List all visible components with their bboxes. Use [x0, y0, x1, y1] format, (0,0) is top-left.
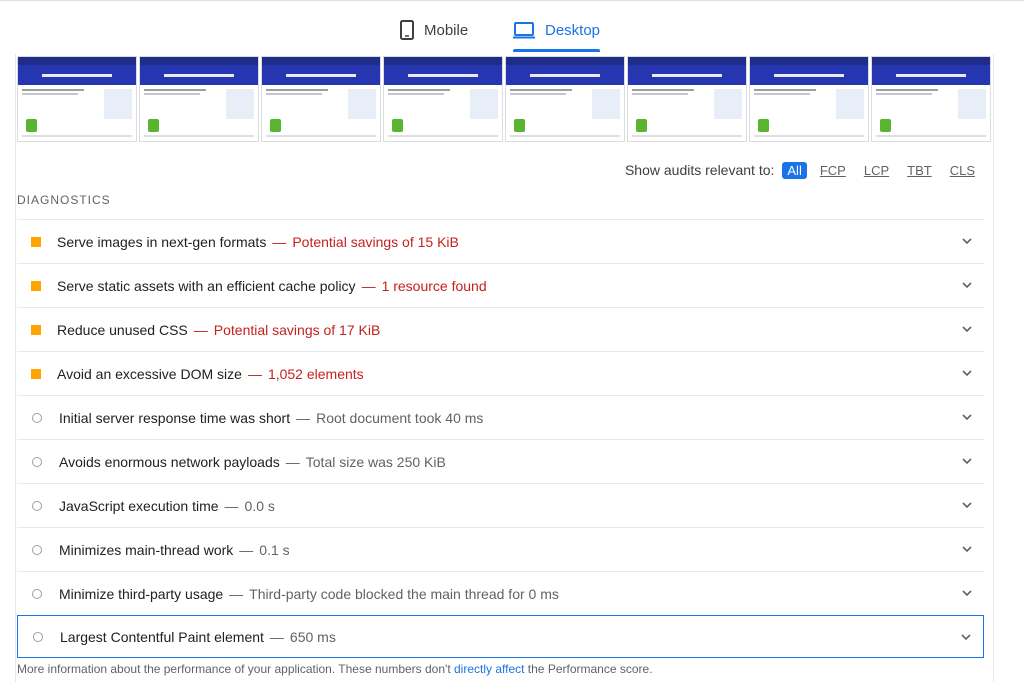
filter-lcp[interactable]: LCP — [859, 162, 894, 179]
audit-row[interactable]: Largest Contentful Paint element — 650 ms — [17, 615, 984, 658]
audit-title: Serve static assets with an efficient ca… — [57, 277, 356, 294]
chevron-down-icon[interactable] — [960, 586, 974, 600]
shopify-logo-icon — [392, 119, 403, 132]
filter-tbt[interactable]: TBT — [902, 162, 937, 179]
audit-separator: — — [224, 497, 239, 514]
shopify-logo-icon — [270, 119, 281, 132]
warning-square-icon — [31, 236, 41, 247]
audit-detail: 1,052 elements — [267, 365, 364, 382]
chevron-down-icon[interactable] — [960, 542, 974, 556]
shopify-logo-icon — [148, 119, 159, 132]
footer-note: More information about the performance o… — [17, 662, 653, 676]
top-divider — [0, 0, 1024, 4]
audit-title: Avoid an excessive DOM size — [57, 365, 242, 382]
audit-title: Minimize third-party usage — [59, 585, 224, 602]
shopify-logo-icon — [26, 119, 37, 132]
audit-detail: Root document took 40 ms — [316, 409, 484, 426]
info-circle-icon — [32, 412, 42, 423]
audit-separator: — — [229, 585, 244, 602]
audit-detail: Third-party code blocked the main thread… — [249, 585, 559, 602]
info-circle-icon — [32, 588, 42, 599]
audit-separator: — — [193, 321, 208, 338]
filmstrip-frame — [871, 56, 991, 142]
directly-affect-link[interactable]: directly affect — [454, 662, 524, 676]
filmstrip-frame — [749, 56, 869, 142]
laptop-icon — [513, 21, 535, 39]
audit-separator: — — [296, 409, 311, 426]
audit-title: Minimizes main-thread work — [59, 541, 234, 558]
audit-title: JavaScript execution time — [59, 497, 219, 514]
filmstrip-frame — [627, 56, 747, 142]
filter-fcp[interactable]: FCP — [815, 162, 851, 179]
filmstrip-frame — [383, 56, 503, 142]
footer-text-after: the Performance score. — [524, 662, 653, 676]
info-circle-icon — [32, 456, 42, 467]
audit-separator: — — [247, 365, 262, 382]
audit-title: Largest Contentful Paint element — [60, 628, 264, 645]
info-circle-icon — [32, 544, 42, 555]
audit-detail: Potential savings of 17 KiB — [213, 321, 381, 338]
audit-detail: 650 ms — [289, 628, 336, 645]
audit-detail: Total size was 250 KiB — [305, 453, 446, 470]
audit-separator: — — [269, 628, 284, 645]
audit-detail: 1 resource found — [381, 277, 487, 294]
audit-row[interactable]: Serve static assets with an efficient ca… — [17, 263, 984, 307]
chevron-down-icon[interactable] — [959, 630, 973, 644]
filter-all[interactable]: All — [782, 161, 807, 179]
audit-filter-label: Show audits relevant to: — [624, 162, 775, 178]
audit-row[interactable]: JavaScript execution time — 0.0 s — [17, 483, 984, 527]
audit-row[interactable]: Minimizes main-thread work — 0.1 s — [17, 527, 984, 571]
warning-square-icon — [31, 324, 41, 335]
warning-square-icon — [31, 280, 41, 291]
audit-separator: — — [285, 453, 300, 470]
info-circle-icon — [33, 631, 43, 642]
audit-detail: Potential savings of 15 KiB — [292, 233, 459, 250]
active-tab-indicator — [513, 49, 601, 52]
audit-detail: 0.0 s — [244, 497, 275, 514]
phone-icon — [400, 20, 414, 40]
audit-row[interactable]: Avoid an excessive DOM size — 1,052 elemen… — [17, 351, 984, 395]
warning-square-icon — [31, 368, 41, 379]
filter-cls[interactable]: CLS — [945, 162, 980, 179]
audit-separator: — — [239, 541, 254, 558]
audit-row[interactable]: Minimize third-party usage — Third-party c… — [17, 571, 984, 615]
diagnostics-heading: DIAGNOSTICS — [17, 193, 111, 207]
diagnostics-list: Serve images in next-gen formats — Potenti… — [17, 219, 984, 658]
filmstrip — [17, 56, 991, 142]
audit-title: Initial server response time was short — [59, 409, 291, 426]
audit-row[interactable]: Avoids enormous network payloads — Total s… — [17, 439, 984, 483]
chevron-down-icon[interactable] — [960, 322, 974, 336]
chevron-down-icon[interactable] — [960, 498, 974, 512]
shopify-logo-icon — [758, 119, 769, 132]
info-circle-icon — [32, 500, 42, 511]
audit-separator: — — [272, 233, 287, 250]
device-tabs: Mobile Desktop — [0, 8, 1024, 54]
tab-mobile-label: Mobile — [424, 21, 469, 39]
tab-desktop-label: Desktop — [545, 21, 601, 39]
shopify-logo-icon — [880, 119, 891, 132]
chevron-down-icon[interactable] — [960, 234, 974, 248]
footer-text-before: More information about the performance o… — [17, 662, 454, 676]
audit-title: Reduce unused CSS — [57, 321, 188, 338]
audit-detail: 0.1 s — [259, 541, 290, 558]
shopify-logo-icon — [514, 119, 525, 132]
chevron-down-icon[interactable] — [960, 410, 974, 424]
audit-row[interactable]: Serve images in next-gen formats — Potenti… — [17, 219, 984, 263]
audit-row[interactable]: Reduce unused CSS — Potential savings of 1… — [17, 307, 984, 351]
shopify-logo-icon — [636, 119, 647, 132]
audit-title: Serve images in next-gen formats — [57, 233, 267, 250]
filmstrip-frame — [139, 56, 259, 142]
tab-mobile[interactable]: Mobile — [400, 8, 468, 52]
filmstrip-frame — [261, 56, 381, 142]
filmstrip-frame — [17, 56, 137, 142]
audit-separator: — — [361, 277, 376, 294]
chevron-down-icon[interactable] — [960, 366, 974, 380]
audit-row[interactable]: Initial server response time was short — R… — [17, 395, 984, 439]
audit-title: Avoids enormous network payloads — [59, 453, 280, 470]
chevron-down-icon[interactable] — [960, 278, 974, 292]
tab-desktop[interactable]: Desktop — [513, 8, 601, 52]
chevron-down-icon[interactable] — [960, 454, 974, 468]
filmstrip-frame — [505, 56, 625, 142]
audit-filter: Show audits relevant to: All FCP LCP TBT… — [625, 160, 980, 180]
